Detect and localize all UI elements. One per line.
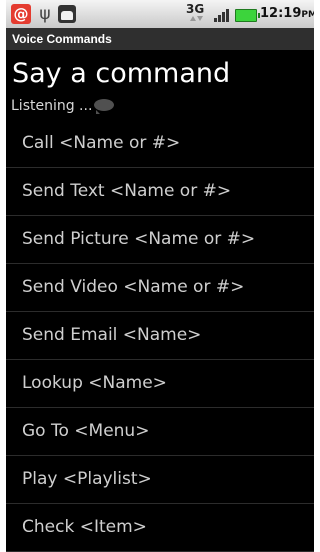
clock-ampm: PM bbox=[301, 10, 314, 20]
command-list: Call <Name or #> Send Text <Name or #> S… bbox=[6, 120, 314, 552]
command-label: Play <Playlist> bbox=[22, 469, 152, 489]
command-label: Send Text <Name or #> bbox=[22, 181, 232, 201]
signal-icon bbox=[214, 8, 230, 22]
command-item-call[interactable]: Call <Name or #> bbox=[6, 120, 314, 168]
command-label: Lookup <Name> bbox=[22, 373, 167, 393]
command-item-send-text[interactable]: Send Text <Name or #> bbox=[6, 168, 314, 216]
status-bar: @ ψ 3G 12:19PM bbox=[6, 0, 314, 28]
command-item-send-video[interactable]: Send Video <Name or #> bbox=[6, 264, 314, 312]
battery-icon bbox=[235, 9, 260, 22]
command-item-send-email[interactable]: Send Email <Name> bbox=[6, 312, 314, 360]
command-label: Call <Name or #> bbox=[22, 133, 181, 153]
command-item-play[interactable]: Play <Playlist> bbox=[6, 456, 314, 504]
data-activity-icon bbox=[190, 16, 204, 22]
command-item-lookup[interactable]: Lookup <Name> bbox=[6, 360, 314, 408]
network-type: 3G bbox=[186, 2, 205, 16]
android-icon[interactable] bbox=[58, 5, 76, 23]
app-title: Voice Commands bbox=[6, 28, 314, 50]
phone-screen: @ ψ 3G 12:19PM Voice Commands Say a comm… bbox=[6, 0, 314, 552]
usb-icon[interactable]: ψ bbox=[36, 4, 54, 24]
mail-notification-icon[interactable]: @ bbox=[11, 4, 31, 24]
command-label: Send Video <Name or #> bbox=[22, 277, 245, 297]
command-item-check[interactable]: Check <Item> bbox=[6, 504, 314, 552]
command-label: Send Picture <Name or #> bbox=[22, 229, 256, 249]
command-item-go-to[interactable]: Go To <Menu> bbox=[6, 408, 314, 456]
speech-bubble-icon bbox=[94, 99, 115, 114]
listening-status: Listening ... bbox=[11, 98, 115, 114]
status-clock: 12:19PM bbox=[260, 6, 314, 21]
clock-time: 12:19 bbox=[260, 6, 302, 21]
command-label: Check <Item> bbox=[22, 517, 147, 537]
command-prompt: Say a command bbox=[12, 58, 231, 89]
listening-label: Listening ... bbox=[11, 98, 93, 114]
command-label: Go To <Menu> bbox=[22, 421, 150, 441]
command-label: Send Email <Name> bbox=[22, 325, 202, 345]
command-item-send-picture[interactable]: Send Picture <Name or #> bbox=[6, 216, 314, 264]
